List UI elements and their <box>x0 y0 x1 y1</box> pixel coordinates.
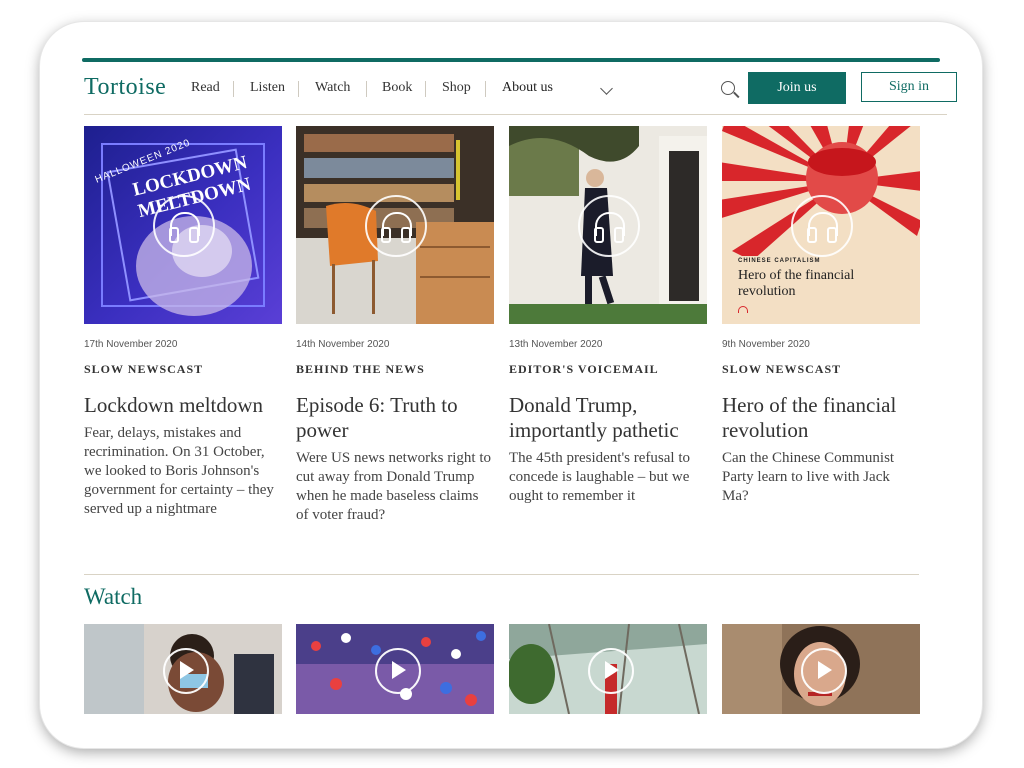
episode-category: SLOW NEWSCAST <box>84 362 204 376</box>
top-navigation: Tortoise Read Listen Watch Book Shop Abo… <box>84 72 957 115</box>
nav-book[interactable]: Book <box>382 80 412 96</box>
episode-date: 9th November 2020 <box>722 339 810 350</box>
episode-category: SLOW NEWSCAST <box>722 362 842 376</box>
headphones-icon <box>738 306 748 313</box>
episode-title[interactable]: Lockdown meltdown <box>84 393 282 418</box>
episode-date: 14th November 2020 <box>296 339 390 350</box>
episode-card[interactable]: CHINESE CAPITALISM Hero of the financial… <box>722 126 920 506</box>
nav-about-us[interactable]: About us <box>502 80 553 96</box>
episode-category: BEHIND THE NEWS <box>296 362 425 376</box>
episode-card[interactable]: 14th November 2020 BEHIND THE NEWS Episo… <box>296 126 494 525</box>
nav-separator <box>366 81 367 97</box>
episode-artwork[interactable] <box>509 126 707 324</box>
video-thumbnail[interactable] <box>84 624 282 714</box>
nav-read[interactable]: Read <box>191 80 220 96</box>
episode-title[interactable]: Donald Trump, importantly pathetic <box>509 393 707 443</box>
page-frame: Tortoise Read Listen Watch Book Shop Abo… <box>40 22 982 748</box>
episode-card[interactable]: 13th November 2020 EDITOR'S VOICEMAIL Do… <box>509 126 707 506</box>
play-icon[interactable] <box>801 648 847 694</box>
video-thumbnail[interactable] <box>509 624 707 714</box>
top-accent-bar <box>82 58 940 62</box>
nav-listen[interactable]: Listen <box>250 80 285 96</box>
episode-date: 17th November 2020 <box>84 339 178 350</box>
search-icon[interactable] <box>721 81 735 95</box>
nav-shop[interactable]: Shop <box>442 80 471 96</box>
headphones-icon[interactable] <box>791 195 853 257</box>
episode-artwork[interactable]: HALLOWEEN 2020 LOCKDOWN MELTDOWN <box>84 126 282 324</box>
episode-card[interactable]: HALLOWEEN 2020 LOCKDOWN MELTDOWN 17th No… <box>84 126 282 519</box>
play-icon[interactable] <box>163 648 209 694</box>
episode-description: Were US news networks right to cut away … <box>296 450 492 523</box>
headphones-icon[interactable] <box>578 195 640 257</box>
nav-separator <box>425 81 426 97</box>
watch-section-title[interactable]: Watch <box>84 584 142 610</box>
sign-in-button[interactable]: Sign in <box>861 72 957 102</box>
tortoise-logo[interactable]: Tortoise <box>84 74 166 101</box>
video-thumbnail[interactable] <box>722 624 920 714</box>
episode-date: 13th November 2020 <box>509 339 603 350</box>
episode-title[interactable]: Episode 6: Truth to power <box>296 393 494 443</box>
join-us-button[interactable]: Join us <box>748 72 846 104</box>
episode-description: Fear, delays, mistakes and recrimination… <box>84 425 274 517</box>
nav-watch[interactable]: Watch <box>315 80 350 96</box>
headphones-icon[interactable] <box>365 195 427 257</box>
play-icon[interactable] <box>375 648 421 694</box>
nav-separator <box>233 81 234 97</box>
nav-separator <box>485 81 486 97</box>
chevron-down-icon[interactable] <box>600 82 613 95</box>
episode-description: Can the Chinese Communist Party learn to… <box>722 450 895 504</box>
headphones-icon[interactable] <box>153 195 215 257</box>
art-title: Hero of the financial revolution <box>738 268 855 299</box>
episode-title[interactable]: Hero of the financial revolution <box>722 393 920 443</box>
episode-description: The 45th president's refusal to concede … <box>509 450 690 504</box>
video-thumbnail[interactable] <box>296 624 494 714</box>
episode-artwork[interactable] <box>296 126 494 324</box>
play-icon[interactable] <box>588 648 634 694</box>
section-divider <box>84 574 919 575</box>
episode-category: EDITOR'S VOICEMAIL <box>509 362 659 376</box>
episode-artwork[interactable]: CHINESE CAPITALISM Hero of the financial… <box>722 126 920 324</box>
nav-separator <box>298 81 299 97</box>
art-kicker: CHINESE CAPITALISM <box>738 258 821 264</box>
